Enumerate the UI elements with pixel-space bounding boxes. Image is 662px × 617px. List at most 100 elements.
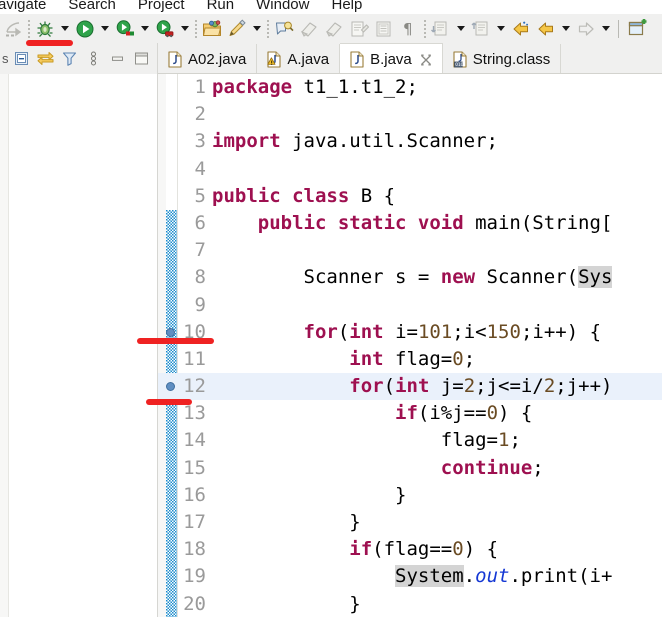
code-line[interactable]: 5 public class B { — [178, 183, 662, 210]
code-line[interactable]: 12 for(int j=2;j<=i/2;j++) — [158, 373, 662, 401]
external-tools-dropdown-arrow-icon[interactable] — [177, 17, 192, 41]
code-line[interactable]: 10 for(int i=101;i<150;i++) { — [178, 319, 662, 346]
code-line[interactable]: 1 package t1_1.t1_2; — [178, 74, 662, 101]
debug-dropdown-arrow-icon[interactable] — [57, 17, 72, 41]
menu-run[interactable]: Run — [196, 0, 246, 13]
code-line[interactable]: 15 continue; — [178, 455, 662, 482]
code-line[interactable]: 3 import java.util.Scanner; — [178, 128, 662, 155]
forward-to-icon[interactable] — [468, 17, 493, 41]
debug-icon[interactable] — [32, 17, 57, 41]
editor-tab-b-java[interactable]: B.java — [340, 43, 443, 74]
forward-navigate-dropdown-arrow-icon[interactable] — [598, 17, 613, 41]
code-token: } — [212, 483, 407, 506]
code-line[interactable]: 9 — [178, 292, 662, 319]
code-token: 2 — [543, 375, 556, 398]
package-explorer-body[interactable] — [0, 74, 157, 617]
code-token: } — [212, 511, 361, 533]
code-token: import — [212, 130, 281, 153]
line-number: 6 — [194, 211, 206, 234]
separator — [192, 17, 199, 41]
line-source: for(int j=2;j<=i/2;j++) — [212, 373, 612, 400]
code-line[interactable]: 6 public static void main(String[ — [178, 210, 662, 237]
menu-help[interactable]: Help — [320, 0, 373, 13]
editor-tab-label: String.class — [472, 50, 551, 68]
eclipse-window: avigate Search Project Run Window Help ¶ s — [0, 0, 662, 617]
svg-text:010: 010 — [455, 62, 463, 67]
line-number: 16 — [183, 483, 206, 506]
view-menu-filter-icon[interactable] — [58, 46, 82, 72]
code-token: int — [349, 320, 384, 343]
link-with-editor-icon[interactable] — [34, 46, 58, 72]
back-navigate-icon[interactable] — [508, 17, 533, 41]
run-dropdown-arrow-icon[interactable] — [97, 17, 112, 41]
code-line[interactable]: 17 } — [178, 509, 662, 536]
code-line[interactable]: 13 if(i%j==0) { — [178, 400, 662, 427]
show-whitespace-icon[interactable]: ¶ — [396, 17, 421, 41]
code-line[interactable]: 4 — [178, 156, 662, 183]
line-source: public static void main(String[ — [212, 210, 613, 237]
menu-navigate[interactable]: avigate — [0, 0, 57, 13]
code-token: flag= — [383, 347, 453, 370]
red-underline-line-12 — [146, 399, 192, 405]
forward-dropdown-arrow-icon[interactable] — [493, 17, 508, 41]
code-line[interactable]: 16 } — [178, 482, 662, 509]
source-code[interactable]: 1 package t1_1.t1_2; 2 3 import java.util.Sc… — [158, 74, 662, 617]
code-editor[interactable]: 1 package t1_1.t1_2; 2 3 import java.util.Sc… — [158, 74, 662, 617]
code-token: public class — [212, 184, 350, 207]
code-line[interactable]: 14 flag=1; — [178, 427, 662, 454]
java-file-warning-icon — [266, 50, 282, 68]
run-external-tools-icon[interactable] — [152, 17, 177, 41]
editor-tab-a02-java[interactable]: A02.java — [158, 44, 258, 74]
new-java-package-icon[interactable] — [199, 17, 224, 41]
maximize-icon[interactable] — [130, 46, 154, 72]
code-token: ; — [532, 456, 544, 479]
previous-annotation-icon[interactable] — [321, 17, 346, 41]
code-line[interactable]: 7 — [178, 237, 662, 264]
collapse-all-icon[interactable] — [10, 46, 34, 72]
toggle-mark-occurrences-icon[interactable] — [371, 17, 396, 41]
back-navigate-dropdown-arrow-icon[interactable] — [558, 17, 573, 41]
back-navigate-2-icon[interactable] — [533, 17, 558, 41]
editor-tab-a-java[interactable]: A.java — [257, 44, 341, 74]
code-line[interactable]: 8 Scanner s = new Scanner(Sys — [178, 264, 662, 291]
code-line[interactable]: 11 int flag=0; — [178, 346, 662, 373]
code-token: . — [463, 565, 476, 588]
folding-marker-line-10[interactable] — [166, 327, 175, 337]
run-icon[interactable] — [72, 17, 97, 41]
code-line[interactable]: 2 — [178, 101, 662, 128]
line-number: 4 — [194, 157, 206, 180]
open-type-icon[interactable] — [271, 17, 296, 41]
code-token: ( — [337, 320, 350, 343]
new-wizard-dropdown-arrow-icon[interactable] — [249, 17, 264, 41]
package-explorer-toolbar: s — [0, 43, 157, 75]
code-line[interactable]: 20 } — [178, 591, 662, 617]
code-token: package — [212, 76, 293, 98]
line-source: int flag=0; — [212, 346, 475, 373]
code-line[interactable]: 18 if(flag==0) { — [178, 536, 662, 563]
code-token: int — [349, 347, 384, 370]
menu-search[interactable]: Search — [57, 0, 127, 13]
close-icon[interactable] — [420, 53, 432, 66]
next-annotation-icon[interactable] — [296, 17, 321, 41]
code-line[interactable]: 19 System.out.print(i+ — [178, 563, 662, 590]
back-to-icon[interactable] — [428, 17, 453, 41]
editor-tab-string-class[interactable]: 010 String.class — [442, 44, 562, 74]
main-toolbar: ¶ — [0, 14, 662, 44]
open-perspective-icon[interactable] — [624, 17, 649, 41]
coverage-icon[interactable] — [112, 17, 137, 41]
skip-all-breakpoints-icon[interactable] — [0, 17, 25, 41]
menu-window[interactable]: Window — [245, 0, 320, 13]
new-java-class-icon[interactable] — [224, 17, 249, 41]
menu-project[interactable]: Project — [127, 0, 196, 13]
back-dropdown-arrow-icon[interactable] — [453, 17, 468, 41]
last-edit-location-icon[interactable] — [346, 17, 371, 41]
code-token: if — [349, 538, 373, 561]
minimize-icon[interactable] — [106, 46, 130, 72]
code-token: 1 — [497, 429, 510, 452]
forward-navigate-icon[interactable] — [573, 17, 598, 41]
coverage-dropdown-arrow-icon[interactable] — [137, 17, 152, 41]
line-source: import java.util.Scanner; — [212, 128, 498, 155]
view-menu-icon[interactable] — [82, 46, 106, 72]
